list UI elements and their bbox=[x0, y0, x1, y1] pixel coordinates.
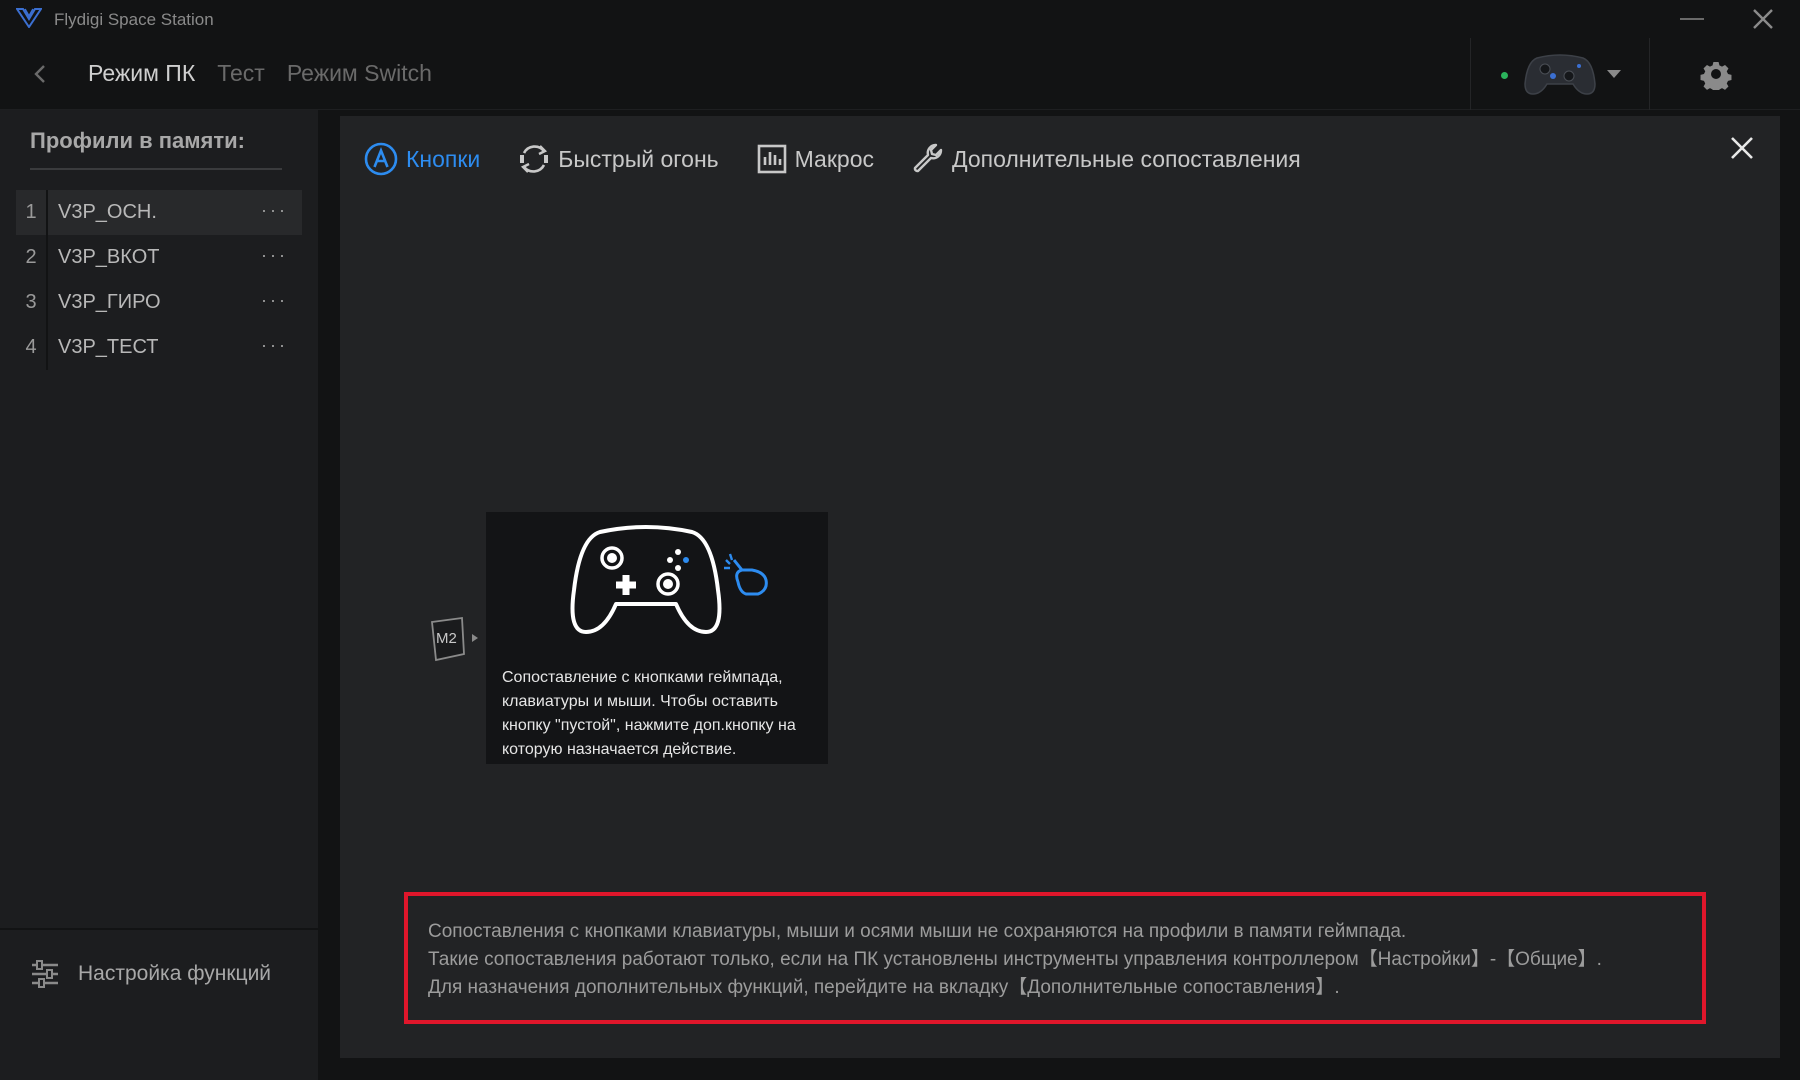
gamepad-tap-illustration-icon bbox=[570, 525, 768, 634]
chevron-down-icon bbox=[1607, 70, 1621, 78]
gamepad-icon bbox=[1524, 54, 1596, 95]
more-options-icon[interactable]: ··· bbox=[261, 245, 288, 266]
notice-box: Сопоставления с кнопками клавиатуры, мыш… bbox=[404, 892, 1706, 1024]
title-bar: Flydigi Space Station bbox=[0, 0, 1800, 38]
notice-line-2: Такие сопоставления работают только, есл… bbox=[428, 949, 1602, 970]
tab-pc-mode[interactable]: Режим ПК bbox=[88, 60, 195, 87]
function-settings-button[interactable]: Настройка функций bbox=[30, 960, 271, 988]
tooltip-text: Сопоставление с кнопками геймпада, клави… bbox=[502, 669, 796, 758]
profile-item-4[interactable]: 4 V3P_ТЕСТ ··· bbox=[16, 325, 302, 370]
mode-tabs: Режим ПК Тест Режим Switch bbox=[88, 60, 432, 87]
rapid-fire-icon bbox=[520, 145, 549, 173]
notice-line-1: Сопоставления с кнопками клавиатуры, мыш… bbox=[428, 921, 1407, 942]
profile-item-2[interactable]: 2 V3P_ВКОТ ··· bbox=[16, 235, 302, 280]
profile-item-3[interactable]: 3 V3P_ГИРО ··· bbox=[16, 280, 302, 325]
mapping-tabs: Кнопки Быстрый огонь Макрос Дополнительн… bbox=[364, 142, 1301, 176]
tab-extra-mappings-label: Дополнительные сопоставления bbox=[952, 145, 1301, 172]
sidebar-divider bbox=[0, 928, 318, 930]
tab-macro-label: Макрос bbox=[794, 145, 874, 172]
sliders-icon bbox=[32, 960, 58, 988]
wrench-icon bbox=[913, 143, 943, 173]
tab-rapid-fire[interactable]: Быстрый огонь bbox=[518, 143, 719, 175]
device-selector[interactable] bbox=[1470, 38, 1650, 110]
profile-separator bbox=[46, 280, 48, 325]
notice-line-3: Для назначения дополнительных функций, п… bbox=[428, 977, 1340, 998]
mapping-tooltip: Сопоставление с кнопками геймпада, клави… bbox=[486, 512, 828, 764]
minimize-button[interactable] bbox=[1680, 18, 1704, 20]
tab-buttons-label: Кнопки bbox=[406, 145, 481, 172]
profiles-heading: Профили в памяти: bbox=[30, 128, 245, 153]
more-options-icon[interactable]: ··· bbox=[261, 335, 288, 356]
heading-underline bbox=[30, 168, 282, 170]
profile-separator bbox=[46, 235, 48, 280]
profile-separator bbox=[46, 190, 48, 235]
profile-number: 2 bbox=[25, 246, 37, 268]
tab-switch-mode[interactable]: Режим Switch bbox=[287, 60, 432, 87]
more-options-icon[interactable]: ··· bbox=[261, 290, 288, 311]
profile-number: 3 bbox=[25, 291, 37, 313]
flydigi-logo-icon bbox=[16, 8, 42, 28]
sidebar: Профили в памяти: 1 V3P_ОСН. ··· 2 V3P_В… bbox=[0, 110, 318, 1080]
tab-rapid-fire-label: Быстрый огонь bbox=[558, 145, 719, 172]
gear-icon[interactable] bbox=[1700, 58, 1732, 90]
a-button-icon bbox=[364, 142, 398, 176]
tab-buttons[interactable]: Кнопки bbox=[364, 142, 480, 176]
profile-list: 1 V3P_ОСН. ··· 2 V3P_ВКОТ ··· 3 V3P_ГИРО… bbox=[16, 190, 302, 370]
function-settings-label: Настройка функций bbox=[78, 962, 272, 985]
back-arrow-icon[interactable] bbox=[30, 60, 50, 88]
mapping-panel: Кнопки Быстрый огонь Макрос Дополнительн… bbox=[340, 116, 1780, 1058]
profile-item-1[interactable]: 1 V3P_ОСН. ··· bbox=[16, 190, 302, 235]
header: Режим ПК Тест Режим Switch bbox=[0, 38, 1800, 110]
macro-icon bbox=[757, 144, 786, 174]
profile-number: 4 bbox=[25, 336, 37, 358]
connection-status-dot bbox=[1501, 72, 1508, 79]
tab-test[interactable]: Тест bbox=[217, 60, 265, 87]
close-icon[interactable] bbox=[1728, 134, 1756, 162]
more-options-icon[interactable]: ··· bbox=[261, 200, 288, 221]
window-close-icon[interactable] bbox=[1750, 6, 1776, 32]
tab-extra-mappings[interactable]: Дополнительные сопоставления bbox=[912, 143, 1301, 175]
profile-separator bbox=[46, 325, 48, 370]
window-title: Flydigi Space Station bbox=[54, 10, 214, 29]
m2-button-badge[interactable]: M2 bbox=[428, 616, 482, 667]
m2-label: M2 bbox=[436, 630, 457, 647]
tab-macro[interactable]: Макрос bbox=[757, 144, 874, 174]
profile-number: 1 bbox=[25, 201, 37, 223]
